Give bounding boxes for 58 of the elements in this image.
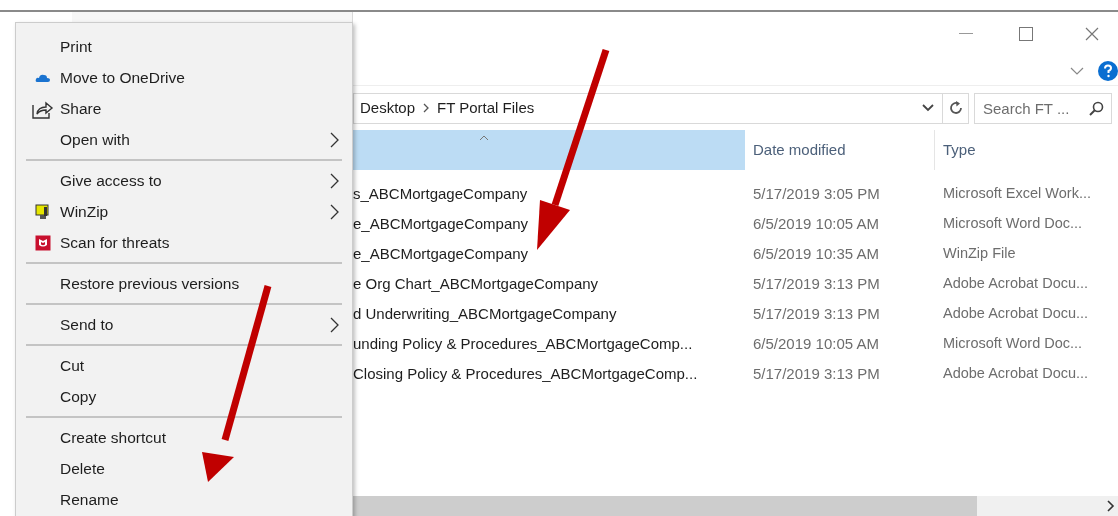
file-name-cell-text: d Underwriting_ABCMortgageCompany bbox=[353, 303, 618, 324]
sort-ascending-icon bbox=[479, 135, 489, 141]
submenu-chevron-icon bbox=[330, 172, 340, 189]
breadcrumb-chevron-icon bbox=[423, 103, 430, 113]
file-name-cell-text: s_ABCMortgageCompany bbox=[353, 183, 529, 204]
submenu-chevron-icon bbox=[330, 316, 340, 333]
date-cell-text: 5/17/2019 3:13 PM bbox=[752, 273, 881, 294]
menu-item[interactable]: Cut bbox=[26, 350, 342, 381]
file-name-cell-text: e_ABCMortgageCompany bbox=[353, 243, 530, 264]
submenu-chevron-icon bbox=[330, 203, 340, 220]
menu-item[interactable]: Copy bbox=[26, 381, 342, 412]
close-icon[interactable] bbox=[1085, 27, 1099, 41]
search-icon bbox=[1089, 100, 1104, 116]
refresh-icon[interactable] bbox=[947, 100, 964, 116]
breadcrumb-item[interactable]: Desktop bbox=[360, 96, 416, 120]
menu-item[interactable]: Send to bbox=[26, 309, 342, 340]
menu-item[interactable]: Move to OneDrive bbox=[26, 62, 342, 93]
submenu-chevron-icon bbox=[330, 131, 340, 148]
file-name-cell-text: e_ABCMortgageCompany bbox=[353, 213, 530, 234]
minimize-icon[interactable] bbox=[959, 33, 973, 35]
menu-item[interactable]: Create shortcut bbox=[26, 422, 342, 453]
file-name-cell-text: Closing Policy & Procedures_ABCMortgageComp... bbox=[353, 363, 699, 384]
menu-item[interactable]: Scan for threats bbox=[26, 227, 342, 258]
type-cell-text: Adobe Acrobat Docu... bbox=[942, 304, 1090, 324]
date-cell-text: 5/17/2019 3:13 PM bbox=[752, 303, 881, 324]
file-name-cell-text: unding Policy & Procedures_ABCMortgageComp... bbox=[353, 333, 694, 354]
dropdown-chevron-icon[interactable] bbox=[922, 104, 934, 112]
date-cell-text: 5/17/2019 3:13 PM bbox=[752, 363, 881, 384]
type-cell-text: Microsoft Word Doc... bbox=[942, 334, 1084, 354]
type-cell-text: Adobe Acrobat Docu... bbox=[942, 364, 1090, 384]
date-cell-text: 6/5/2019 10:05 AM bbox=[752, 213, 880, 234]
chevron-down-icon[interactable] bbox=[1070, 66, 1084, 75]
menu-item[interactable]: Restore previous versions bbox=[26, 268, 342, 299]
date-cell-text: 6/5/2019 10:35 AM bbox=[752, 243, 880, 264]
menu-item[interactable]: Give access to bbox=[26, 165, 342, 196]
shield-icon bbox=[35, 234, 51, 251]
type-cell-text: Microsoft Excel Work... bbox=[942, 184, 1092, 204]
breadcrumb-item[interactable]: FT Portal Files bbox=[437, 96, 535, 120]
date-cell-text: 6/5/2019 10:05 AM bbox=[752, 333, 880, 354]
type-cell-text: WinZip File bbox=[942, 244, 1017, 264]
menu-item[interactable]: WinZip bbox=[26, 196, 342, 227]
help-icon[interactable] bbox=[1098, 60, 1118, 81]
scroll-right-icon[interactable] bbox=[1107, 500, 1115, 512]
search-field[interactable]: Search FT ... bbox=[974, 92, 1112, 124]
maximize-icon[interactable] bbox=[1019, 27, 1033, 41]
type-cell-text: Adobe Acrobat Docu... bbox=[942, 274, 1090, 294]
address-bar[interactable]: Desktop FT Portal Files bbox=[353, 92, 969, 124]
menu-item[interactable]: Open with bbox=[26, 124, 342, 155]
menu-item[interactable]: Print bbox=[26, 31, 342, 62]
date-cell-text: 5/17/2019 3:05 PM bbox=[752, 183, 881, 204]
cloud-icon bbox=[35, 72, 51, 83]
winzip-icon bbox=[35, 203, 51, 220]
menu-item[interactable]: Delete bbox=[26, 453, 342, 484]
menu-item[interactable]: Share bbox=[26, 93, 342, 124]
menu-item[interactable]: Rename bbox=[26, 484, 342, 515]
type-cell-text: Microsoft Word Doc... bbox=[942, 214, 1084, 234]
file-name-cell-text: e Org Chart_ABCMortgageCompany bbox=[353, 273, 600, 294]
horizontal-scrollbar[interactable] bbox=[353, 496, 1118, 516]
